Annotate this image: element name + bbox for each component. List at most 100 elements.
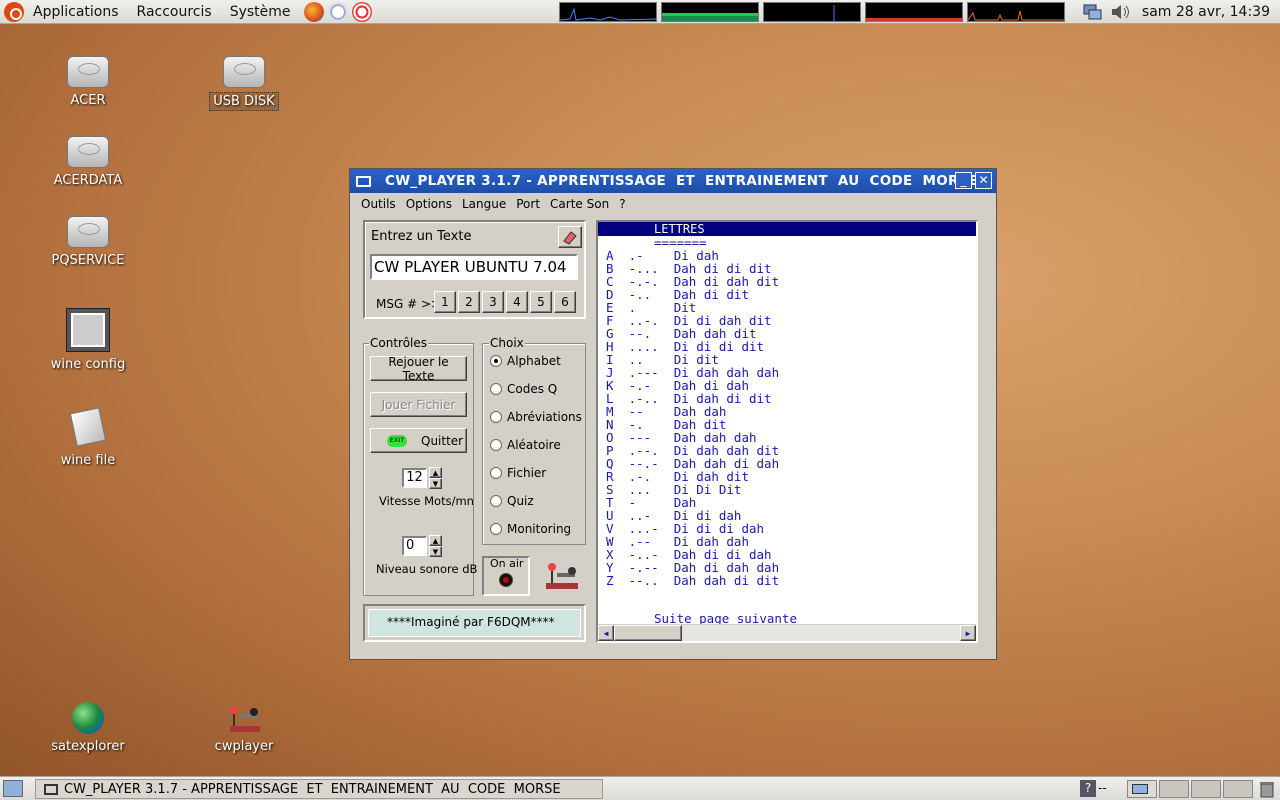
desktop-icon-acer[interactable]: ACER bbox=[43, 56, 133, 109]
morse-header: LETTRES bbox=[598, 222, 976, 236]
swap-monitor[interactable] bbox=[865, 2, 963, 22]
show-desktop-icon[interactable] bbox=[3, 780, 23, 797]
morse-key-icon bbox=[546, 563, 578, 589]
choix-group-title: Choix bbox=[489, 336, 525, 350]
radio-alphabet[interactable] bbox=[490, 355, 502, 367]
menu-options[interactable]: Options bbox=[401, 197, 457, 211]
radio-label-codes-q[interactable]: Codes Q bbox=[507, 382, 557, 396]
help-suffix: -- bbox=[1098, 781, 1107, 795]
hard-drive-icon bbox=[67, 216, 109, 248]
radio-label-fichier[interactable]: Fichier bbox=[507, 466, 546, 480]
network-monitor[interactable] bbox=[763, 2, 861, 22]
volume-up-button[interactable]: ▲ bbox=[429, 535, 442, 546]
desktop-icon-cwplayer[interactable]: cwplayer bbox=[199, 702, 289, 755]
workspace-2[interactable] bbox=[1159, 780, 1189, 798]
volume-icon[interactable] bbox=[1110, 3, 1130, 21]
menu-raccourcis[interactable]: Raccourcis bbox=[128, 4, 221, 20]
taskbar-window-button[interactable]: CW_PLAYER 3.1.7 - APPRENTISSAGE ET ENTRA… bbox=[35, 779, 603, 799]
cpu-monitor[interactable] bbox=[559, 2, 657, 22]
minimize-button[interactable]: _ bbox=[955, 172, 972, 189]
text-entry-label: Entrez un Texte bbox=[371, 229, 472, 244]
menu-carte-son[interactable]: Carte Son bbox=[545, 197, 614, 211]
ubuntu-logo-icon[interactable] bbox=[4, 1, 24, 22]
radio-label-quiz[interactable]: Quiz bbox=[507, 494, 534, 508]
close-button[interactable]: ✕ bbox=[975, 172, 992, 189]
workspace-4[interactable] bbox=[1223, 780, 1253, 798]
desktop-icon-pqservice[interactable]: PQSERVICE bbox=[43, 216, 133, 269]
clear-text-button[interactable] bbox=[558, 226, 582, 248]
morse-letter-line: Z --.. Dah dah di dit bbox=[606, 573, 780, 588]
menu-help[interactable]: ? bbox=[614, 197, 630, 211]
radio-monitoring[interactable] bbox=[490, 523, 502, 535]
morse-key-icon bbox=[230, 706, 260, 732]
msg-button-4[interactable]: 4 bbox=[506, 291, 528, 313]
msg-button-5[interactable]: 5 bbox=[530, 291, 552, 313]
desktop-icon-wine-config[interactable]: wine config bbox=[43, 308, 133, 373]
msg-button-2[interactable]: 2 bbox=[458, 291, 480, 313]
msg-button-6[interactable]: 6 bbox=[554, 291, 576, 313]
desktop-icon-label: satexplorer bbox=[51, 739, 125, 754]
radio-label-aleatoire[interactable]: Aléatoire bbox=[507, 438, 561, 452]
window-title-bar[interactable]: CW_PLAYER 3.1.7 - APPRENTISSAGE ET ENTRA… bbox=[350, 169, 996, 193]
replay-text-button[interactable]: Rejouer le Texte bbox=[370, 355, 467, 383]
horizontal-scrollbar[interactable]: ◀ ▶ bbox=[598, 624, 976, 641]
wine-config-icon bbox=[66, 308, 110, 352]
text-entry-panel: Entrez un Texte MSG # >> 1 2 3 4 5 6 bbox=[363, 220, 586, 319]
scrollbar-thumb[interactable] bbox=[614, 625, 682, 641]
desktop-icon-label: wine config bbox=[50, 357, 126, 372]
desktop-icon-acerdata[interactable]: ACERDATA bbox=[43, 136, 133, 189]
radio-label-monitoring[interactable]: Monitoring bbox=[507, 522, 571, 536]
radio-codes-q[interactable] bbox=[490, 383, 502, 395]
msg-button-3[interactable]: 3 bbox=[482, 291, 504, 313]
quit-button[interactable]: EXIT Quitter bbox=[370, 428, 467, 453]
speed-up-button[interactable]: ▲ bbox=[429, 467, 442, 478]
firefox-icon[interactable] bbox=[303, 1, 324, 22]
desktop-icon-wine-file[interactable]: wine file bbox=[43, 407, 133, 469]
help-lifebuoy-icon[interactable] bbox=[351, 1, 372, 22]
scroll-right-button[interactable]: ▶ bbox=[960, 625, 976, 641]
network-tray-icon[interactable] bbox=[1082, 3, 1102, 21]
clock[interactable]: sam 28 avr, 14:39 bbox=[1142, 4, 1270, 20]
quit-button-label: Quitter bbox=[421, 433, 464, 448]
exit-icon: EXIT bbox=[387, 434, 407, 447]
radio-quiz[interactable] bbox=[490, 495, 502, 507]
radio-label-alphabet[interactable]: Alphabet bbox=[507, 354, 561, 368]
load-monitor[interactable] bbox=[967, 2, 1065, 22]
menu-port[interactable]: Port bbox=[511, 197, 545, 211]
help-icon[interactable]: ? bbox=[1080, 780, 1096, 797]
volume-label: Niveau sonore dB bbox=[376, 562, 478, 576]
radio-fichier[interactable] bbox=[490, 467, 502, 479]
volume-input[interactable]: 0 bbox=[402, 536, 427, 556]
morse-reference-text[interactable]: LETTRES ======= A .- Di dah B -... Dah di … bbox=[596, 220, 978, 643]
desktop-icon-label: ACERDATA bbox=[53, 173, 123, 188]
window-menu-icon[interactable] bbox=[356, 175, 371, 187]
volume-down-button[interactable]: ▼ bbox=[429, 546, 442, 557]
workspace-3[interactable] bbox=[1191, 780, 1221, 798]
on-air-indicator: On air bbox=[482, 556, 530, 596]
wine-file-icon bbox=[69, 407, 107, 447]
desktop-icon-label: USB DISK bbox=[209, 92, 279, 111]
workspace-1[interactable] bbox=[1127, 780, 1157, 798]
trash-icon[interactable] bbox=[1258, 780, 1276, 798]
desktop-icon-usb-disk[interactable]: USB DISK bbox=[199, 56, 289, 111]
menu-applications[interactable]: Applications bbox=[24, 4, 128, 20]
menu-systeme[interactable]: Système bbox=[221, 4, 300, 20]
scroll-left-button[interactable]: ◀ bbox=[598, 625, 614, 641]
radio-aleatoire[interactable] bbox=[490, 439, 502, 451]
radio-label-abreviations[interactable]: Abréviations bbox=[507, 410, 582, 424]
menu-langue[interactable]: Langue bbox=[457, 197, 511, 211]
credit-text: ****Imaginé par F6DQM**** bbox=[368, 609, 581, 637]
radio-abreviations[interactable] bbox=[490, 411, 502, 423]
controls-group-title: Contrôles bbox=[369, 336, 429, 350]
memory-monitor[interactable] bbox=[661, 2, 759, 22]
on-air-led-icon bbox=[499, 573, 513, 587]
email-icon[interactable] bbox=[327, 1, 348, 22]
message-text-input[interactable] bbox=[370, 254, 578, 280]
menu-outils[interactable]: Outils bbox=[356, 197, 401, 211]
msg-button-1[interactable]: 1 bbox=[434, 291, 456, 313]
speed-down-button[interactable]: ▼ bbox=[429, 478, 442, 489]
play-file-button[interactable]: Jouer Fichier bbox=[370, 392, 467, 417]
globe-icon bbox=[72, 702, 104, 734]
speed-input[interactable]: 12 bbox=[402, 468, 427, 488]
desktop-icon-satexplorer[interactable]: satexplorer bbox=[43, 702, 133, 755]
